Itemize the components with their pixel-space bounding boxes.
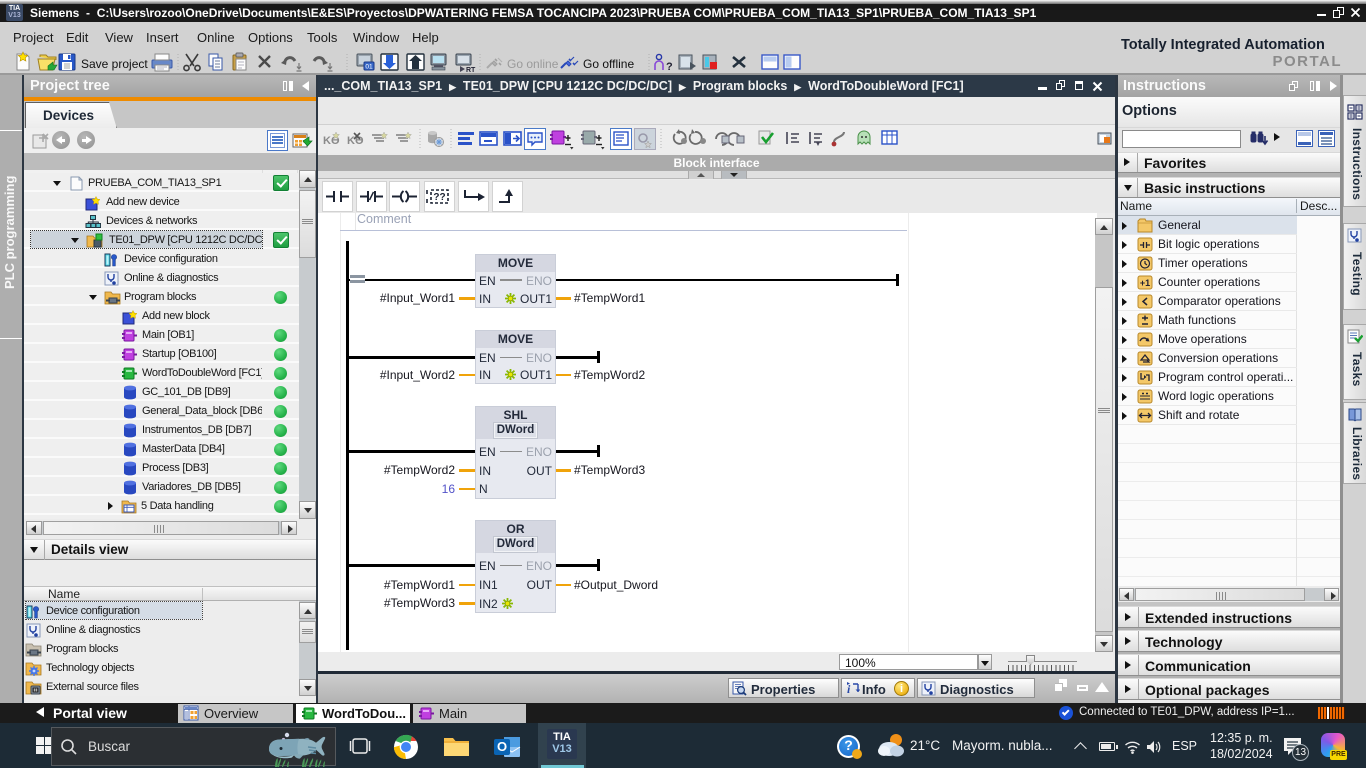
- svg-text:O: O: [497, 739, 507, 754]
- svg-text:+1: +1: [1140, 278, 1150, 288]
- svg-text:?: ?: [666, 61, 673, 73]
- svg-text:??: ??: [433, 192, 445, 203]
- svg-text:01: 01: [365, 64, 373, 71]
